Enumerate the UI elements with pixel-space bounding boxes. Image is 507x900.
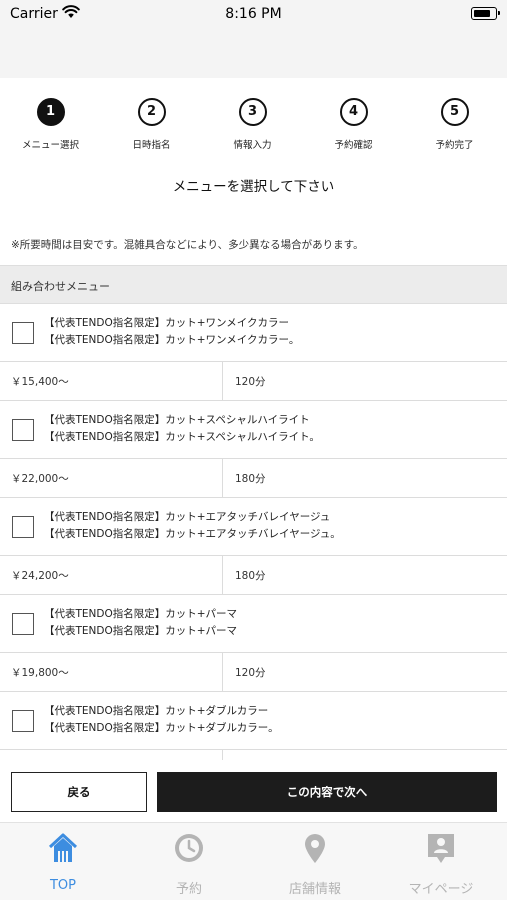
menu-row[interactable]: 【代表TENDO指名限定】カット+ワンメイクカラー 【代表TENDO指名限定】カ… [0, 304, 507, 362]
step-1: 1 メニュー選択 [0, 98, 101, 151]
step-number: 4 [339, 98, 368, 126]
next-button[interactable]: この内容で次へ [157, 772, 497, 812]
menu-row[interactable]: 【代表TENDO指名限定】カット+スペシャルハイライト 【代表TENDO指名限定… [0, 401, 507, 459]
menu-item: 【代表TENDO指名限定】カット+パーマ 【代表TENDO指名限定】カット+パー… [0, 595, 507, 692]
menu-item: 【代表TENDO指名限定】カット+ダブルカラー 【代表TENDO指名限定】カット… [0, 692, 507, 760]
step-label: 予約完了 [435, 140, 474, 151]
navigation-bar [0, 30, 507, 78]
step-5: 5 予約完了 [404, 98, 505, 151]
menu-info-row: ￥15,400〜 120分 [0, 362, 507, 400]
menu-text: 【代表TENDO指名限定】カット+ダブルカラー 【代表TENDO指名限定】カット… [44, 703, 279, 737]
status-time: 8:16 PM [225, 6, 282, 22]
step-number: 2 [137, 98, 166, 126]
menu-duration: 180分 [235, 570, 266, 582]
menu-text: 【代表TENDO指名限定】カット+パーマ 【代表TENDO指名限定】カット+パー… [44, 606, 237, 640]
menu-title: 【代表TENDO指名限定】カット+エアタッチバレイヤージュ [44, 511, 331, 523]
menu-price: ￥22,000〜 [0, 459, 223, 497]
tab-bar: TOP 予約 店舗情報 マイページ [0, 822, 507, 900]
step-number: 5 [440, 98, 469, 126]
tab-label: TOP [49, 878, 76, 893]
tab-label: マイページ [408, 882, 474, 897]
menu-title: 【代表TENDO指名限定】カット+スペシャルハイライト [44, 414, 310, 426]
clock-icon [175, 834, 203, 862]
menu-info-row: ￥19,800〜 120分 [0, 653, 507, 691]
menu-info-row: ￥24,200〜 180分 [0, 556, 507, 594]
profile-badge-icon [428, 834, 454, 863]
section-header: 組み合わせメニュー [0, 265, 507, 304]
menu-price: ￥19,800〜 [0, 653, 223, 691]
menu-item: 【代表TENDO指名限定】カット+ワンメイクカラー 【代表TENDO指名限定】カ… [0, 304, 507, 401]
menu-checkbox[interactable] [12, 613, 34, 635]
status-bar: Carrier 8:16 PM [0, 0, 507, 30]
menu-checkbox[interactable] [12, 419, 34, 441]
menu-price: ￥24,200〜 [0, 556, 223, 594]
map-pin-icon [305, 834, 325, 863]
menu-subtitle: 【代表TENDO指名限定】カット+ワンメイクカラー。 [44, 334, 300, 346]
menu-title: 【代表TENDO指名限定】カット+パーマ [44, 608, 238, 620]
menu-duration: 120分 [235, 376, 266, 388]
menu-info-row: ￥22,000〜 180分 [0, 459, 507, 497]
duration-notice: ※所要時間は目安です。混雑具合などにより、多少異なる場合があります。 [11, 239, 364, 251]
step-label: 情報入力 [233, 140, 272, 151]
menu-item: 【代表TENDO指名限定】カット+エアタッチバレイヤージュ 【代表TENDO指名… [0, 498, 507, 595]
menu-duration: 120分 [235, 667, 266, 679]
tab-top[interactable]: TOP [0, 823, 126, 900]
menu-subtitle: 【代表TENDO指名限定】カット+パーマ [44, 625, 238, 637]
menu-subtitle: 【代表TENDO指名限定】カット+ダブルカラー。 [44, 722, 279, 734]
tab-reservation[interactable]: 予約 [126, 823, 252, 900]
section-title: 組み合わせメニュー [11, 280, 110, 293]
step-number: 1 [36, 98, 65, 126]
step-3: 3 情報入力 [202, 98, 303, 151]
menu-text: 【代表TENDO指名限定】カット+エアタッチバレイヤージュ 【代表TENDO指名… [44, 509, 341, 543]
menu-price [0, 750, 223, 760]
back-button[interactable]: 戻る [11, 772, 147, 812]
menu-title: 【代表TENDO指名限定】カット+ワンメイクカラー [44, 317, 290, 329]
menu-row[interactable]: 【代表TENDO指名限定】カット+ダブルカラー 【代表TENDO指名限定】カット… [0, 692, 507, 750]
step-label: 予約確認 [334, 140, 373, 151]
menu-list[interactable]: 【代表TENDO指名限定】カット+ワンメイクカラー 【代表TENDO指名限定】カ… [0, 304, 507, 760]
home-icon [48, 833, 78, 862]
menu-duration: 180分 [235, 473, 266, 485]
menu-text: 【代表TENDO指名限定】カット+スペシャルハイライト 【代表TENDO指名限定… [44, 412, 320, 446]
menu-title: 【代表TENDO指名限定】カット+ダブルカラー [44, 705, 269, 717]
menu-checkbox[interactable] [12, 322, 34, 344]
step-2: 2 日時指名 [101, 98, 202, 151]
menu-price: ￥15,400〜 [0, 362, 223, 400]
menu-info-row [0, 750, 507, 760]
battery-icon [471, 7, 500, 20]
menu-subtitle: 【代表TENDO指名限定】カット+スペシャルハイライト。 [44, 431, 320, 443]
step-4: 4 予約確認 [303, 98, 404, 151]
page-title: メニューを選択して下さい [172, 179, 335, 195]
step-number: 3 [238, 98, 267, 126]
menu-checkbox[interactable] [12, 516, 34, 538]
action-bar: 戻る この内容で次へ [0, 762, 507, 822]
tab-label: 店舗情報 [288, 882, 341, 897]
menu-row[interactable]: 【代表TENDO指名限定】カット+エアタッチバレイヤージュ 【代表TENDO指名… [0, 498, 507, 556]
menu-item: 【代表TENDO指名限定】カット+スペシャルハイライト 【代表TENDO指名限定… [0, 401, 507, 498]
tab-my-page[interactable]: マイページ [378, 823, 504, 900]
tab-store-info[interactable]: 店舗情報 [252, 823, 378, 900]
menu-text: 【代表TENDO指名限定】カット+ワンメイクカラー 【代表TENDO指名限定】カ… [44, 315, 299, 349]
tab-label: 予約 [175, 882, 202, 897]
step-indicator: 1 メニュー選択 2 日時指名 3 情報入力 4 予約確認 5 予約完了 [0, 98, 507, 158]
menu-checkbox[interactable] [12, 710, 34, 732]
step-label: メニュー選択 [21, 140, 79, 151]
menu-subtitle: 【代表TENDO指名限定】カット+エアタッチバレイヤージュ。 [44, 528, 341, 540]
step-label: 日時指名 [132, 140, 171, 151]
menu-row[interactable]: 【代表TENDO指名限定】カット+パーマ 【代表TENDO指名限定】カット+パー… [0, 595, 507, 653]
